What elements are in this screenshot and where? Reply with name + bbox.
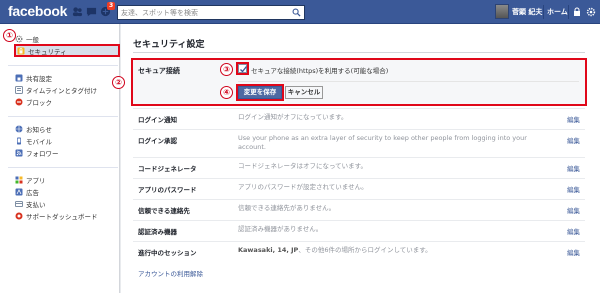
row-label: アプリのパスワード	[138, 186, 197, 194]
row-label: コードジェネレータ	[138, 165, 197, 173]
shield-icon	[17, 47, 25, 55]
sidebar-item-timeline[interactable]: タイムラインとタグ付け	[15, 84, 97, 95]
secure-browsing-label: セキュア接続	[138, 67, 180, 75]
sidebar-item-mobile[interactable]: モバイル	[15, 135, 52, 146]
row-label: 認証済み機器	[138, 228, 177, 236]
session-location: Kawasaki, 14, JP	[238, 246, 299, 254]
top-bar: facebook 3 菅顕 紀夫 ホーム	[0, 0, 600, 24]
sidebar-item-apps[interactable]: アプリ	[15, 174, 46, 185]
edit-link[interactable]: 編集	[567, 114, 580, 124]
sidebar-divider	[8, 65, 118, 66]
block-icon	[15, 98, 23, 106]
search-input[interactable]	[118, 6, 288, 19]
row-label: ログイン承認	[138, 137, 177, 145]
friend-requests-icon[interactable]	[72, 6, 83, 17]
row-value: 認証済み機器がありません。	[238, 225, 323, 233]
sidebar-item-label: サポートダッシュボード	[26, 212, 98, 221]
edit-link[interactable]: 編集	[567, 205, 580, 215]
callout-3: ③	[220, 63, 233, 76]
sidebar-item-label: セキュリティ	[28, 47, 67, 56]
secure-browsing-checkbox-label[interactable]: セキュアな接続(https)を利用する(可能な場合)	[251, 65, 388, 75]
sidebar-item-support-dashboard[interactable]: サポートダッシュボード	[15, 210, 98, 221]
sidebar-item-label: 支払い	[26, 200, 46, 209]
home-link[interactable]: ホーム	[547, 7, 568, 17]
globe-icon	[15, 125, 23, 133]
sidebar-item-label: ブロック	[26, 98, 52, 107]
messages-icon[interactable]	[86, 6, 97, 17]
sidebar-item-label: お知らせ	[26, 125, 52, 134]
sidebar-item-notifications[interactable]: お知らせ	[15, 123, 52, 134]
search-box	[117, 5, 305, 20]
avatar[interactable]	[495, 4, 509, 19]
sidebar-item-security[interactable]: セキュリティ	[17, 45, 67, 56]
sidebar-item-blocking[interactable]: ブロック	[15, 96, 52, 107]
settings-row-login-notifications[interactable]: ログイン通知 ログイン通知がオフになっています。 編集	[133, 108, 585, 129]
sidebar-divider	[8, 116, 118, 117]
settings-row-trusted-contacts[interactable]: 信頼できる連絡先 信頼できる連絡先がありません。 編集	[133, 199, 585, 220]
settings-row-app-passwords[interactable]: アプリのパスワード アプリのパスワードが設定されていません。 編集	[133, 178, 585, 199]
sidebar-item-label: アプリ	[26, 176, 46, 185]
notification-count-badge: 3	[107, 2, 116, 10]
sidebar-item-label: 一般	[26, 35, 39, 44]
settings-row-code-generator[interactable]: コードジェネレータ コードジェネレータはオフになっています。 編集	[133, 157, 585, 178]
search-icon[interactable]	[292, 8, 301, 17]
timeline-icon	[15, 85, 23, 94]
edit-link[interactable]: 編集	[567, 226, 580, 236]
row-value: Use your phone as an extra layer of secu…	[238, 134, 527, 151]
settings-row-login-approvals[interactable]: ログイン承認 Use your phone as an extra layer …	[133, 129, 585, 157]
settings-gear-icon[interactable]	[586, 7, 596, 17]
sidebar-item-followers[interactable]: フォロワー	[15, 147, 59, 158]
top-divider	[568, 5, 569, 19]
page-title: セキュリティ設定	[133, 40, 205, 50]
sidebar-item-label: 共有設定	[26, 74, 52, 83]
row-label: 信頼できる連絡先	[138, 207, 190, 215]
settings-row-active-sessions[interactable]: 進行中のセッション Kawasaki, 14, JP、その他6件の場所からログイ…	[133, 241, 585, 262]
facebook-logo[interactable]: facebook	[8, 3, 67, 19]
row-value: コードジェネレータはオフになっています。	[238, 162, 368, 170]
sidebar-item-label: フォロワー	[26, 149, 59, 158]
privacy-shortcuts-icon[interactable]	[572, 7, 582, 17]
sidebar-item-label: タイムラインとタグ付け	[26, 86, 98, 95]
section-divider	[238, 81, 579, 82]
rss-icon	[15, 149, 23, 157]
secure-browsing-checkbox[interactable]	[238, 64, 248, 73]
payment-icon	[15, 200, 23, 208]
support-icon	[15, 212, 23, 220]
apps-icon	[15, 176, 23, 184]
edit-link[interactable]: 編集	[567, 135, 580, 145]
row-value: 信頼できる連絡先がありません。	[238, 204, 336, 212]
edit-link[interactable]: 編集	[567, 163, 580, 173]
sidebar-item-general[interactable]: 一般	[15, 33, 39, 44]
mobile-icon	[15, 137, 23, 145]
callout-4: ④	[220, 86, 233, 99]
profile-name-link[interactable]: 菅顕 紀夫	[512, 7, 542, 17]
top-divider	[543, 5, 544, 19]
callout-2: ②	[112, 76, 125, 89]
sidebar-item-payments[interactable]: 支払い	[15, 198, 46, 209]
edit-link[interactable]: 編集	[567, 184, 580, 194]
sidebar-item-ads[interactable]: 広告	[15, 186, 39, 197]
row-label: ログイン通知	[138, 116, 177, 124]
edit-link[interactable]: 編集	[567, 247, 580, 257]
lock-icon	[15, 74, 23, 82]
row-label: 進行中のセッション	[138, 249, 197, 257]
sidebar-item-privacy[interactable]: 共有設定	[15, 72, 52, 83]
row-value: ログイン通知がオフになっています。	[238, 113, 348, 121]
sidebar-divider	[8, 167, 118, 168]
row-value: Kawasaki, 14, JP、その他6件の場所からログインしています。	[238, 246, 432, 255]
sidebar-item-label: モバイル	[26, 137, 52, 146]
sidebar-item-label: 広告	[26, 188, 39, 197]
save-changes-button[interactable]: 変更を保存	[238, 86, 282, 99]
settings-row-recognized-devices[interactable]: 認証済み機器 認証済み機器がありません。 編集	[133, 220, 585, 241]
ads-icon	[15, 188, 23, 196]
cancel-button[interactable]: キャンセル	[285, 86, 323, 99]
deactivate-account-link[interactable]: アカウントの利用解除	[138, 268, 203, 278]
session-detail: 、その他6件の場所からログインしています。	[298, 246, 432, 254]
row-value: アプリのパスワードが設定されていません。	[238, 183, 368, 191]
checkmark-icon	[240, 66, 248, 73]
gear-icon	[15, 35, 23, 43]
title-divider	[133, 52, 585, 53]
